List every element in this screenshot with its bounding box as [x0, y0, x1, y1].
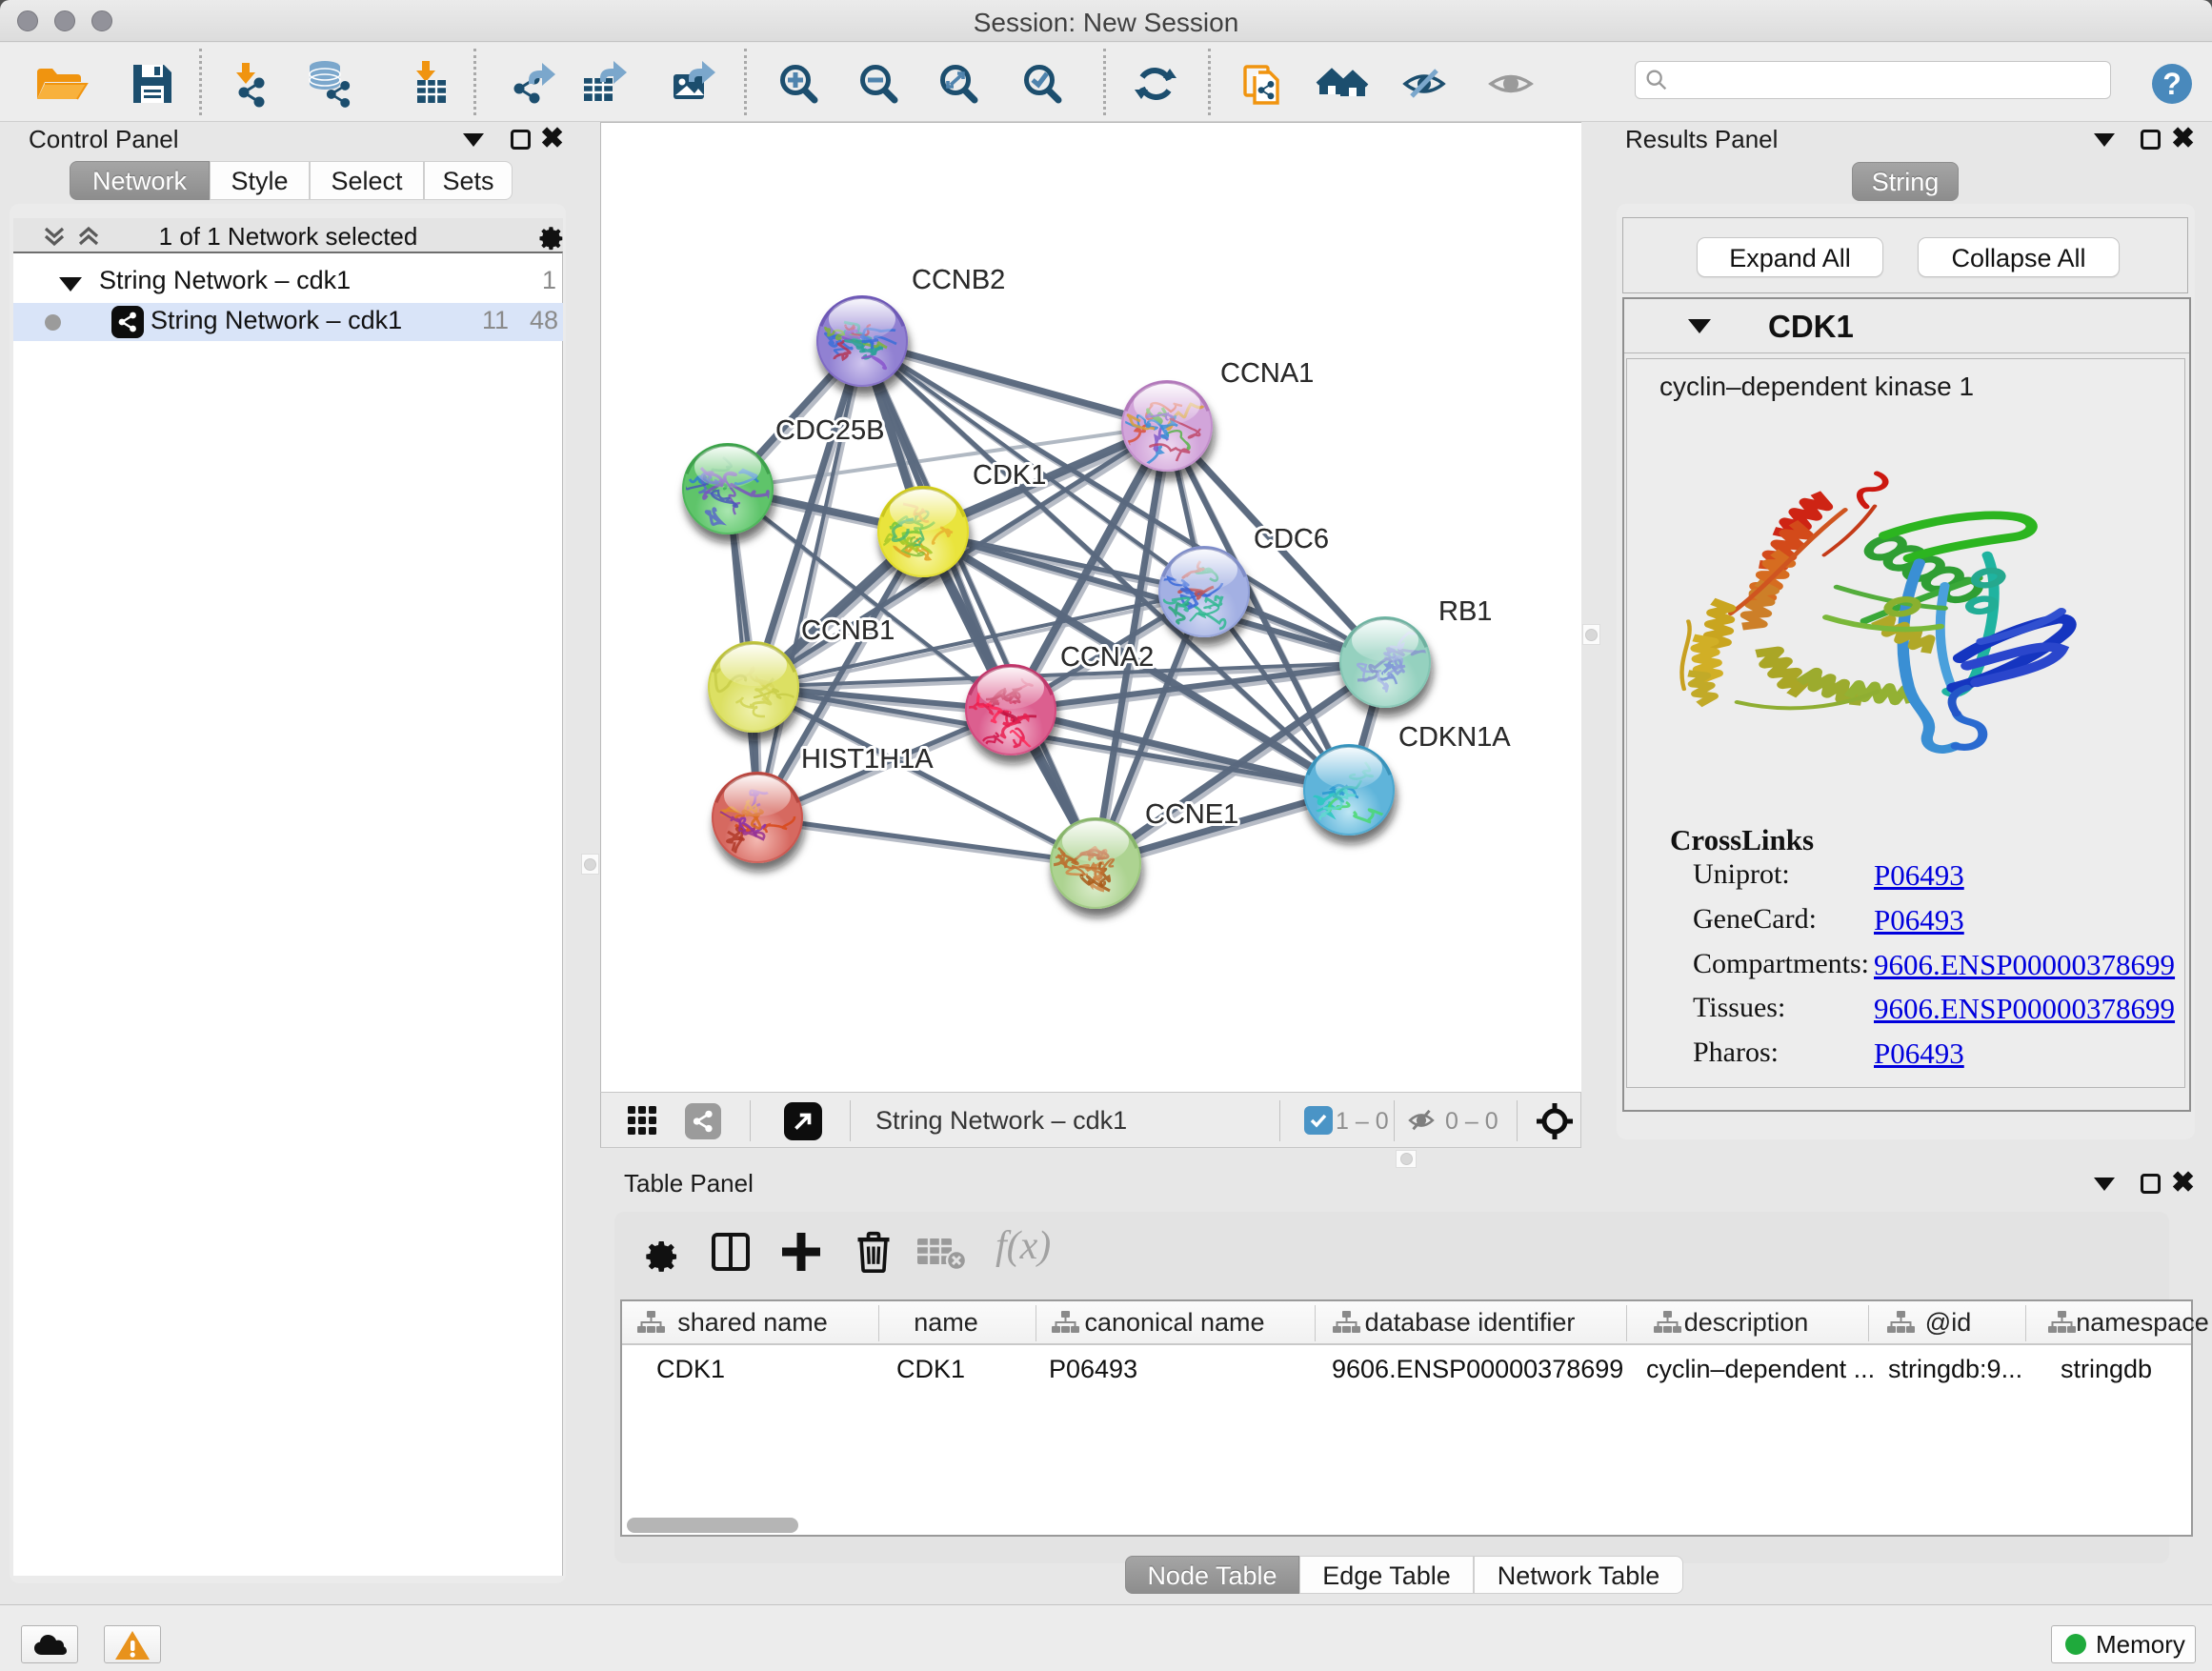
svg-text:CDC6: CDC6	[1254, 524, 1329, 554]
svg-text:CCNB1: CCNB1	[801, 615, 895, 646]
svg-text:CCNA1: CCNA1	[1220, 358, 1314, 389]
svg-text:RB1: RB1	[1438, 596, 1492, 627]
svg-text:CDKN1A: CDKN1A	[1398, 722, 1511, 753]
svg-text:?: ?	[2162, 67, 2182, 101]
svg-text:CDK1: CDK1	[973, 460, 1046, 491]
svg-text:CCNB2: CCNB2	[912, 265, 1005, 295]
svg-text:CDC25B: CDC25B	[775, 415, 884, 446]
svg-text:HIST1H1A: HIST1H1A	[801, 744, 934, 775]
svg-text:CCNE1: CCNE1	[1145, 799, 1238, 830]
svg-text:CCNA2: CCNA2	[1060, 642, 1154, 673]
